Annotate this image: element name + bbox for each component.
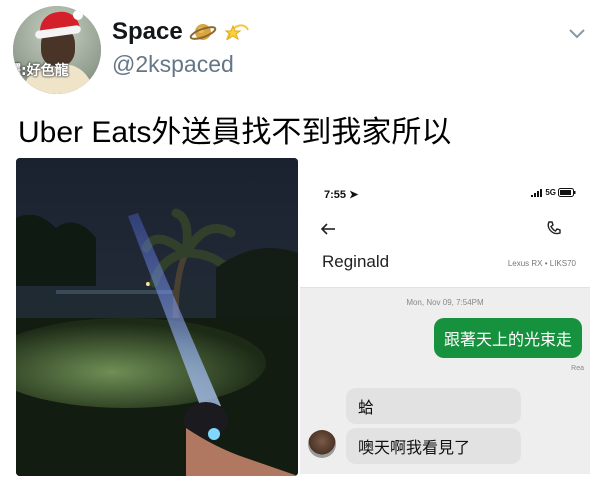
message-outgoing: 跟著天上的光束走: [433, 318, 582, 358]
read-receipt: Rea: [571, 365, 584, 372]
night-scene-image: [16, 158, 298, 476]
back-arrow-icon[interactable]: [320, 222, 336, 236]
signal-icon: [531, 188, 543, 197]
status-indicators: 5G: [531, 188, 576, 197]
chat-timestamp: Mon, Nov 09, 7:54PM: [406, 298, 484, 307]
driver-avatar: [308, 430, 336, 458]
contact-name: Reginald: [322, 252, 390, 271]
chat-thread: Mon, Nov 09, 7:54PM 跟著天上的光束走 Rea 蛤 噢天啊我看…: [300, 287, 590, 474]
display-name-row: Space: [112, 18, 251, 46]
santa-hat-pompom: [73, 10, 83, 20]
vehicle-info: Lexus RX • LIKS70: [507, 259, 576, 268]
user-handle[interactable]: @2kspaced: [112, 51, 234, 78]
battery-icon: [558, 188, 576, 197]
chat-screenshot: 7:55 ➤ 5G Reginald Lexus RX • LIKS70 Mon…: [300, 162, 590, 474]
avatar[interactable]: 譯:好色龍: [13, 6, 101, 94]
dizzy-star-icon: [224, 24, 249, 41]
tweet-text: Uber Eats外送員找不到我家所以: [18, 116, 452, 149]
tweet-photo-flashlight[interactable]: [16, 158, 298, 476]
display-name[interactable]: Space: [112, 18, 183, 46]
message-incoming: 噢天啊我看見了: [346, 428, 521, 464]
ringed-planet-icon: [189, 24, 217, 40]
status-time-text: 7:55: [324, 189, 347, 201]
call-icon[interactable]: [546, 220, 562, 236]
message-incoming: 蛤: [346, 388, 521, 424]
translator-watermark: 譯:好色龍: [13, 63, 69, 79]
chevron-down-icon[interactable]: [568, 26, 586, 40]
status-time: 7:55 ➤: [324, 189, 359, 201]
network-label: 5G: [545, 188, 556, 197]
